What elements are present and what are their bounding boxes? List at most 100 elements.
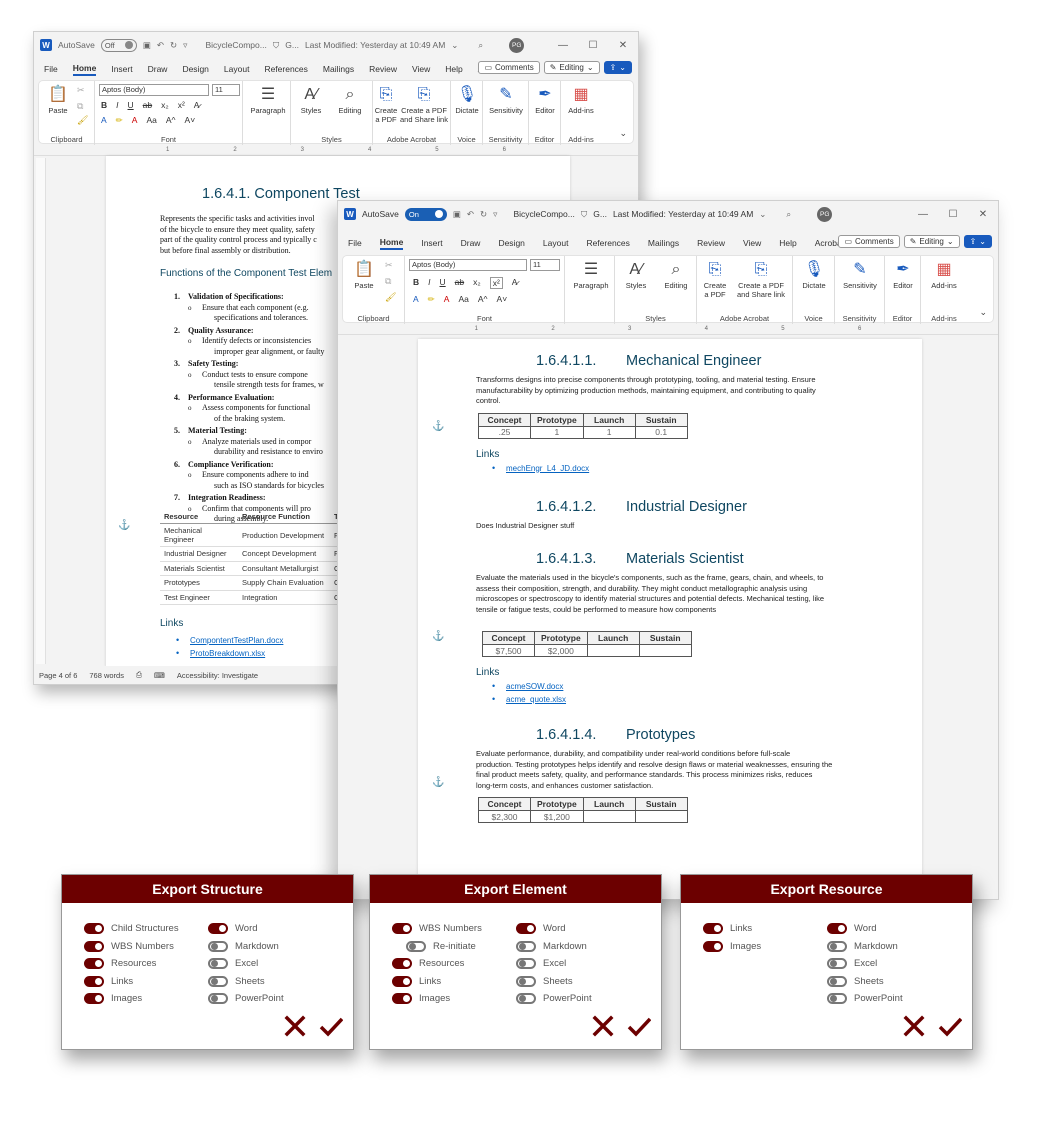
tab-help[interactable]: Help [445, 64, 462, 74]
close-x-icon[interactable] [591, 1015, 615, 1039]
highlight-icon[interactable]: ✏ [116, 115, 123, 126]
toggle-switch[interactable] [392, 975, 412, 987]
accessibility-status[interactable]: Accessibility: Investigate [177, 671, 258, 680]
share-pdf-button[interactable]: ⎘ Create a PDF and Share link [399, 84, 449, 124]
styles-button[interactable]: A⁄ Styles [617, 259, 655, 290]
comments-button[interactable]: ▭ Comments [478, 61, 540, 74]
share-button[interactable]: ⇪ ⌄ [603, 61, 632, 74]
option-toggle[interactable]: PowerPoint [208, 993, 284, 1004]
toggle-switch[interactable] [208, 940, 228, 952]
doc-title[interactable]: BicycleCompo... [513, 209, 574, 219]
link-proto-breakdown[interactable]: ProtoBreakdown.xlsx [190, 649, 265, 658]
tab-references[interactable]: References [586, 238, 629, 248]
tab-review[interactable]: Review [369, 64, 397, 74]
sensitivity-button[interactable]: ✎ Sensitivity [835, 259, 885, 290]
toggle-switch[interactable] [208, 923, 228, 934]
create-pdf-button[interactable]: ⎘ Create a PDF [699, 259, 731, 299]
option-toggle[interactable]: Excel [827, 958, 877, 969]
autosave-toggle[interactable]: On [404, 207, 447, 221]
highlight-icon[interactable]: ✏ [428, 294, 435, 305]
styles-button[interactable]: A⁄ Styles [293, 84, 329, 115]
maximize-icon[interactable]: ☐ [578, 32, 608, 58]
avatar[interactable]: PG [509, 37, 525, 53]
anchor-icon[interactable]: ⚓ [118, 520, 130, 531]
anchor-icon[interactable]: ⚓ [432, 421, 444, 432]
paragraph-button[interactable]: ☰ Paragraph [569, 259, 613, 290]
checkmark-icon[interactable] [319, 1015, 344, 1039]
word-count[interactable]: 768 words [89, 671, 124, 680]
last-modified[interactable]: Last Modified: Yesterday at 10:49 AM [613, 209, 753, 219]
italic-icon[interactable]: I [116, 100, 118, 110]
tab-view[interactable]: View [743, 238, 761, 248]
format-painter-icon[interactable]: 🖌 [77, 115, 88, 126]
option-toggle[interactable]: Images [703, 940, 761, 952]
toggle-switch[interactable] [827, 975, 847, 987]
search-icon[interactable]: ⌕ [786, 209, 791, 220]
toggle-switch[interactable] [84, 923, 104, 934]
option-toggle[interactable]: Excel [516, 958, 566, 969]
toggle-switch[interactable] [827, 940, 847, 952]
redo-icon[interactable]: ↻ [170, 40, 177, 51]
superscript-icon[interactable]: x² [489, 277, 503, 289]
toggle-switch[interactable] [392, 923, 412, 934]
option-toggle[interactable]: Word [827, 923, 877, 934]
option-toggle[interactable]: PowerPoint [516, 993, 592, 1004]
superscript-icon[interactable]: x² [178, 100, 185, 110]
paste-button[interactable]: 📋 Paste [349, 259, 379, 290]
comments-button[interactable]: ▭ Comments [838, 235, 900, 248]
cut-icon[interactable]: ✂ [385, 260, 393, 271]
cut-icon[interactable]: ✂ [77, 85, 85, 96]
tab-layout[interactable]: Layout [543, 238, 569, 248]
close-icon[interactable]: ✕ [608, 32, 638, 58]
copy-icon[interactable]: ⧉ [77, 101, 83, 112]
clear-format-icon[interactable]: A̷ [512, 277, 518, 289]
minimize-icon[interactable]: — [908, 201, 938, 227]
share-pdf-button[interactable]: ⎘ Create a PDF and Share link [731, 259, 791, 299]
editing-mode-button[interactable]: ✎ Editing ⌄ [903, 235, 960, 248]
option-toggle[interactable]: Images [392, 993, 450, 1004]
option-toggle[interactable]: Links [392, 975, 441, 987]
dictate-button[interactable]: 🎙 Dictate [793, 259, 835, 290]
tab-mailings[interactable]: Mailings [648, 238, 679, 248]
tab-design[interactable]: Design [498, 238, 524, 248]
change-case-icon[interactable]: Aa [458, 294, 468, 305]
option-toggle[interactable]: Word [516, 923, 566, 934]
text-effects-icon[interactable]: A [101, 115, 107, 126]
close-x-icon[interactable] [902, 1015, 926, 1039]
toggle-switch[interactable] [516, 975, 536, 987]
tab-references[interactable]: References [264, 64, 307, 74]
toggle-switch[interactable] [516, 940, 536, 952]
chevron-down-icon[interactable]: ⌄ [759, 209, 766, 220]
checkmark-icon[interactable] [938, 1015, 963, 1039]
autosave-toggle[interactable]: Off [100, 38, 137, 52]
toggle-switch[interactable] [516, 993, 536, 1004]
sensitivity-button[interactable]: ✎ Sensitivity [483, 84, 529, 115]
save-icon[interactable]: ▣ [143, 40, 151, 51]
dictate-button[interactable]: 🎙 Dictate [451, 84, 483, 115]
toggle-switch[interactable] [827, 958, 847, 969]
font-color-icon[interactable]: A [132, 115, 138, 126]
proofing-icon[interactable]: ⎙ [136, 670, 142, 680]
tab-mailings[interactable]: Mailings [323, 64, 354, 74]
option-toggle[interactable]: Markdown [827, 940, 898, 952]
collapse-ribbon-icon[interactable]: ⌄ [619, 128, 627, 139]
save-icon[interactable]: ▣ [453, 209, 461, 220]
editing-button[interactable]: ⌕ Editing [331, 84, 369, 115]
tab-home[interactable]: Home [72, 63, 97, 76]
shrink-font-icon[interactable]: A˅ [497, 294, 508, 305]
italic-icon[interactable]: I [428, 277, 430, 289]
minimize-icon[interactable]: — [548, 32, 578, 58]
font-name-select[interactable]: Aptos (Body) [409, 259, 527, 271]
document-page[interactable]: 1.6.4.1.1. Mechanical Engineer Transforms … [418, 339, 922, 899]
document-link[interactable]: acmeSOW.docx [506, 682, 563, 691]
tab-draw[interactable]: Draw [461, 238, 481, 248]
addins-button[interactable]: ▦ Add-ins [561, 84, 601, 115]
option-toggle[interactable]: Links [703, 923, 752, 934]
chevron-down-icon[interactable]: ⌄ [451, 40, 458, 51]
document-link[interactable]: mechEngr_L4_JD.docx [506, 464, 589, 473]
underline-icon[interactable]: U [440, 277, 446, 289]
font-color-icon[interactable]: A [444, 294, 450, 305]
option-toggle[interactable]: Markdown [516, 940, 587, 952]
font-size-select[interactable]: 11 [530, 259, 560, 271]
toggle-switch[interactable] [208, 975, 228, 987]
